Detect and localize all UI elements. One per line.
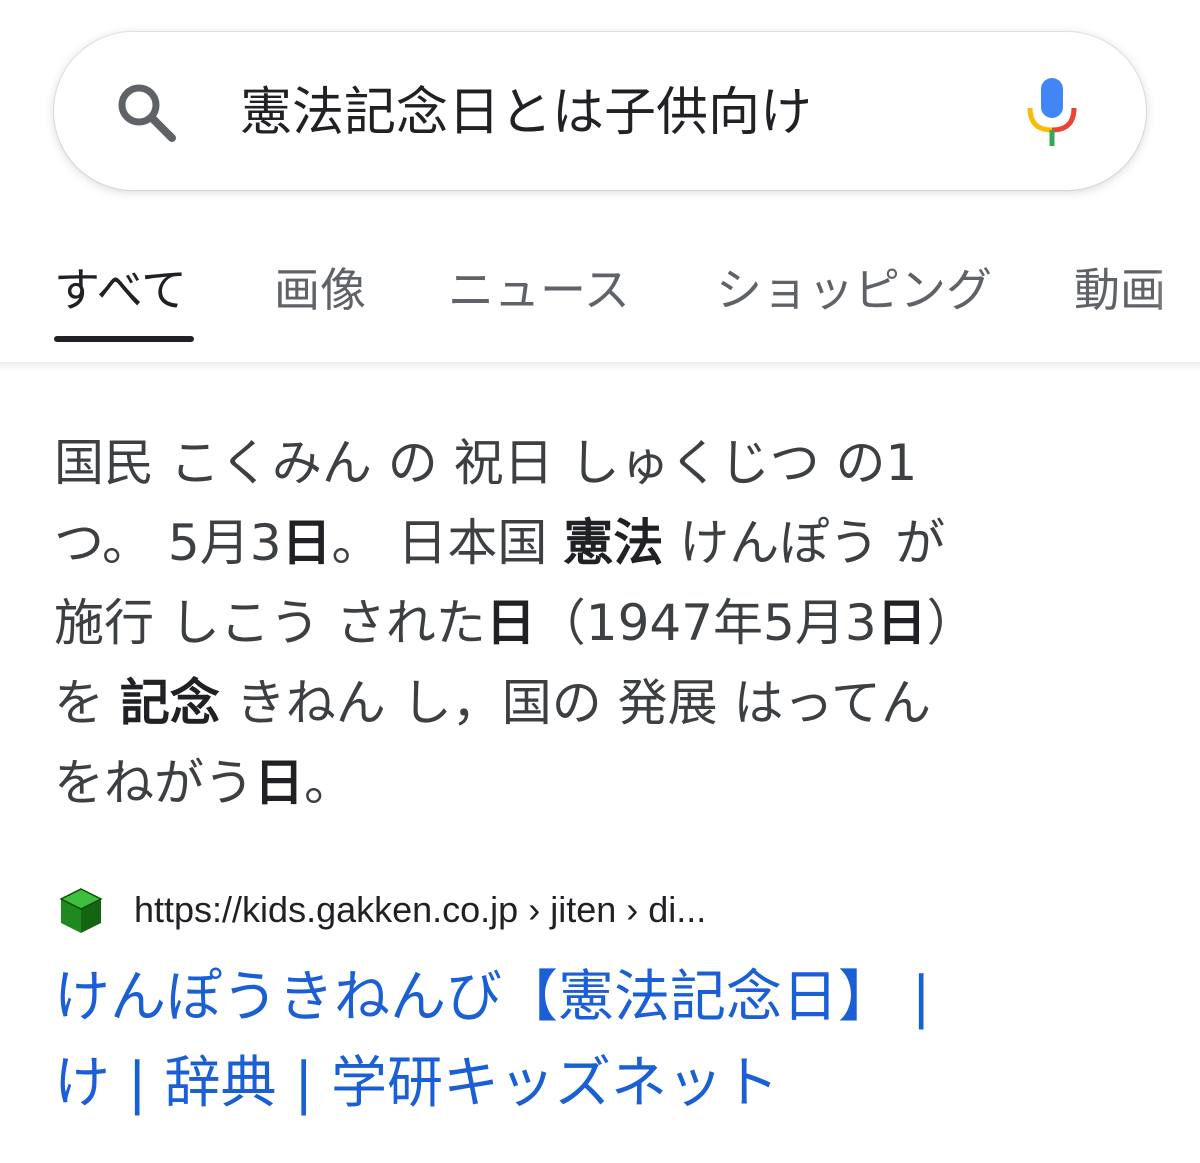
snippet-text: つ。 5月3: [54, 514, 282, 572]
divider: [0, 362, 1200, 370]
snippet-text: をねがう: [54, 754, 254, 812]
snippet-text: けんぽう が: [663, 514, 946, 572]
snippet-text: ）: [926, 594, 977, 652]
definition-snippet: 国民 こくみん の 祝日 しゅくじつ の1 つ。 5月3日。 日本国 憲法 けんぽ…: [54, 423, 1154, 823]
snippet-highlight: 日: [876, 594, 927, 652]
snippet-highlight: 記念: [119, 674, 220, 732]
result-title-line[interactable]: けんぽうきねんび【憲法記念日】 |: [54, 965, 931, 1030]
tab-videos[interactable]: 動画: [1074, 260, 1166, 320]
snippet-highlight: 憲法: [563, 514, 664, 572]
site-favicon-icon: [59, 888, 103, 933]
snippet-line: をねがう日。: [54, 743, 1154, 823]
tabs-scroll-fade: [1156, 250, 1200, 350]
snippet-text: 国民 こくみん の 祝日 しゅくじつ の1: [54, 434, 918, 492]
snippet-text: 施行 しこう された: [54, 594, 486, 652]
snippet-highlight: 日: [281, 514, 332, 572]
search-tabs: すべて 画像 ニュース ショッピング 動画: [0, 250, 1200, 350]
snippet-text: きねん し，国の 発展 はってん: [219, 674, 931, 732]
snippet-line: 施行 しこう された日（1947年5月3日）: [54, 583, 1154, 663]
snippet-text: （1947年5月3: [535, 594, 877, 652]
tab-shopping[interactable]: ショッピング: [716, 260, 992, 320]
search-icon[interactable]: [112, 78, 182, 148]
snippet-text: 。 日本国: [331, 514, 564, 572]
snippet-line: つ。 5月3日。 日本国 憲法 けんぽう が: [54, 503, 1154, 583]
result-title-line[interactable]: け | 辞典 | 学研キッズネット: [54, 1051, 779, 1116]
snippet-line: 国民 こくみん の 祝日 しゅくじつ の1: [54, 423, 1154, 503]
snippet-highlight: 日: [254, 754, 304, 812]
tab-images[interactable]: 画像: [274, 260, 366, 320]
snippet-text: を: [54, 674, 120, 732]
active-tab-indicator: [54, 336, 194, 342]
tab-all[interactable]: すべて: [54, 260, 187, 320]
result-title-link[interactable]: けんぽうきねんび【憲法記念日】 | け | 辞典 | 学研キッズネット: [54, 955, 1154, 1127]
result-url[interactable]: https://kids.gakken.co.jp › jiten › di..…: [134, 886, 706, 934]
tab-news[interactable]: ニュース: [448, 260, 630, 320]
snippet-line: を 記念 きねん し，国の 発展 はってん: [54, 663, 1154, 743]
microphone-icon[interactable]: [1024, 76, 1080, 150]
search-input[interactable]: 憲法記念日とは子供向け: [240, 80, 812, 146]
snippet-text: 。: [304, 754, 354, 812]
snippet-highlight: 日: [485, 594, 536, 652]
